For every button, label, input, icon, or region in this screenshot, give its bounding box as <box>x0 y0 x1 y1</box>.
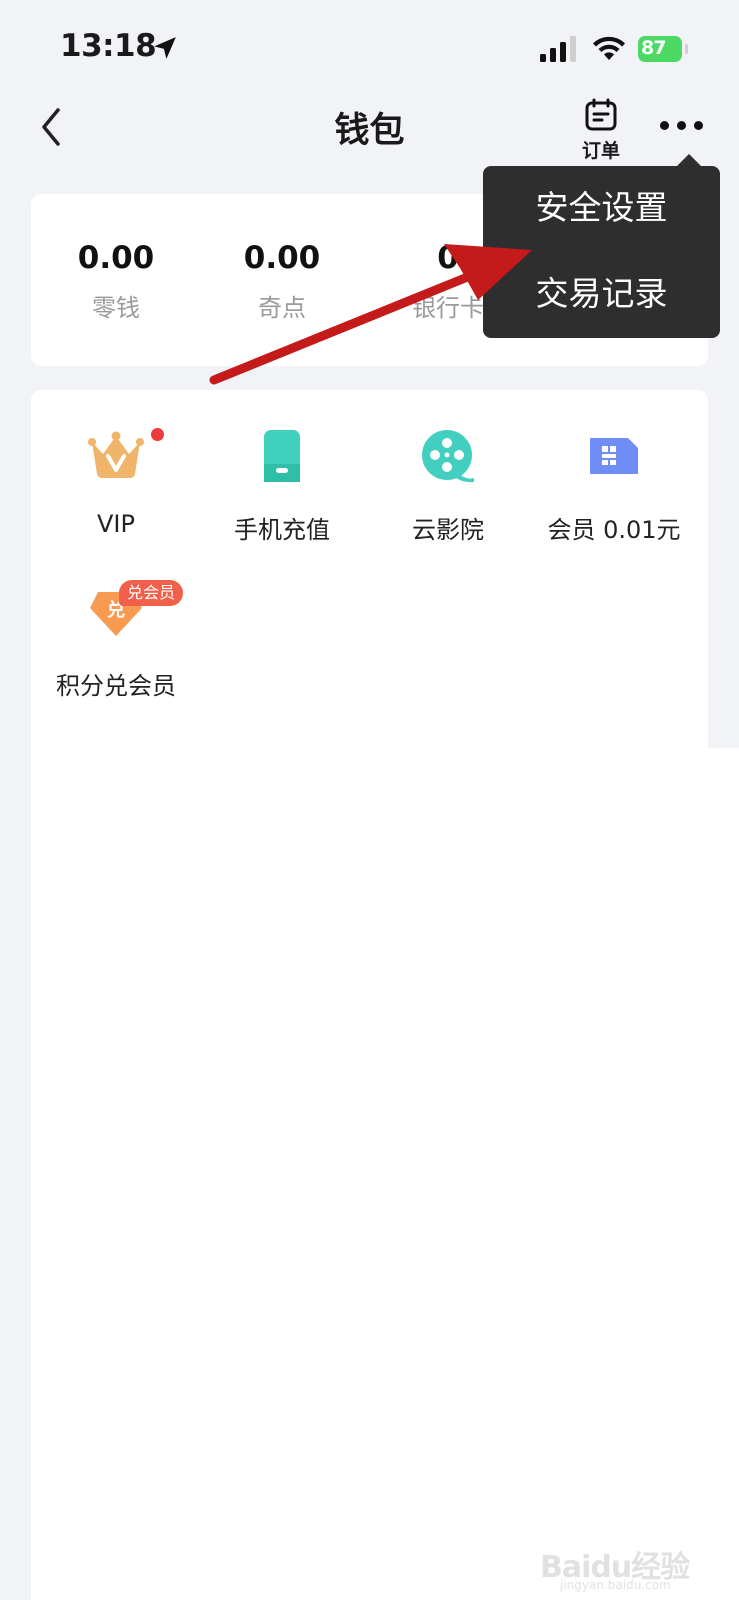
service-label: 云影院 <box>412 516 484 544</box>
navigation-bar: 钱包 订单 <box>0 92 739 172</box>
orders-label: 订单 <box>581 140 620 162</box>
menu-item-transaction-history[interactable]: 交易记录 <box>483 252 720 336</box>
page-title: 钱包 <box>334 111 405 151</box>
service-vip[interactable]: VIP <box>31 390 201 538</box>
notification-dot <box>151 428 164 441</box>
service-label: 积分兑会员 <box>56 672 176 700</box>
film-reel-icon <box>422 430 474 483</box>
battery-nub <box>685 44 688 54</box>
redeem-badge: 兑会员 <box>119 580 184 606</box>
calendar-orders-icon <box>585 98 617 131</box>
location-arrow-icon <box>154 37 176 59</box>
service-label: 会员 0.01元 <box>547 516 681 544</box>
orders-button[interactable]: 订单 <box>578 98 624 162</box>
wifi-icon <box>593 36 625 60</box>
more-options-icon[interactable] <box>660 114 708 138</box>
balance-item-points[interactable]: 0.00 奇点 <box>197 240 367 323</box>
cellular-signal-icon <box>540 36 576 62</box>
content-area <box>31 748 739 1600</box>
service-label: VIP <box>97 510 135 538</box>
service-cloud-cinema[interactable]: 云影院 <box>363 390 533 544</box>
balance-item-change[interactable]: 0.00 零钱 <box>31 240 201 323</box>
phone-icon <box>264 430 300 482</box>
battery-level: 87 <box>641 37 666 59</box>
card-icon <box>590 438 638 474</box>
popup-menu: 安全设置 交易记录 <box>483 166 720 338</box>
baidu-watermark: Baidu经验 jingyan.baidu.com <box>540 1542 710 1592</box>
battery-indicator: 87 <box>638 36 688 62</box>
balance-label: 零钱 <box>92 294 140 322</box>
watermark-url: jingyan.baidu.com <box>560 1578 671 1592</box>
menu-item-security-settings[interactable]: 安全设置 <box>483 166 720 250</box>
status-time: 13:18 <box>60 28 157 64</box>
balance-label: 奇点 <box>258 294 306 322</box>
service-label: 手机充值 <box>234 516 330 544</box>
service-member-offer[interactable]: 会员 0.01元 <box>529 390 699 544</box>
status-bar: 13:18 87 <box>0 0 739 100</box>
balance-value: 0.00 <box>243 240 321 276</box>
service-points-redeem[interactable]: 兑 积分兑会员 <box>31 546 201 700</box>
balance-value: 0.00 <box>77 240 155 276</box>
service-phone-recharge[interactable]: 手机充值 <box>197 390 367 544</box>
crown-icon <box>88 431 144 478</box>
